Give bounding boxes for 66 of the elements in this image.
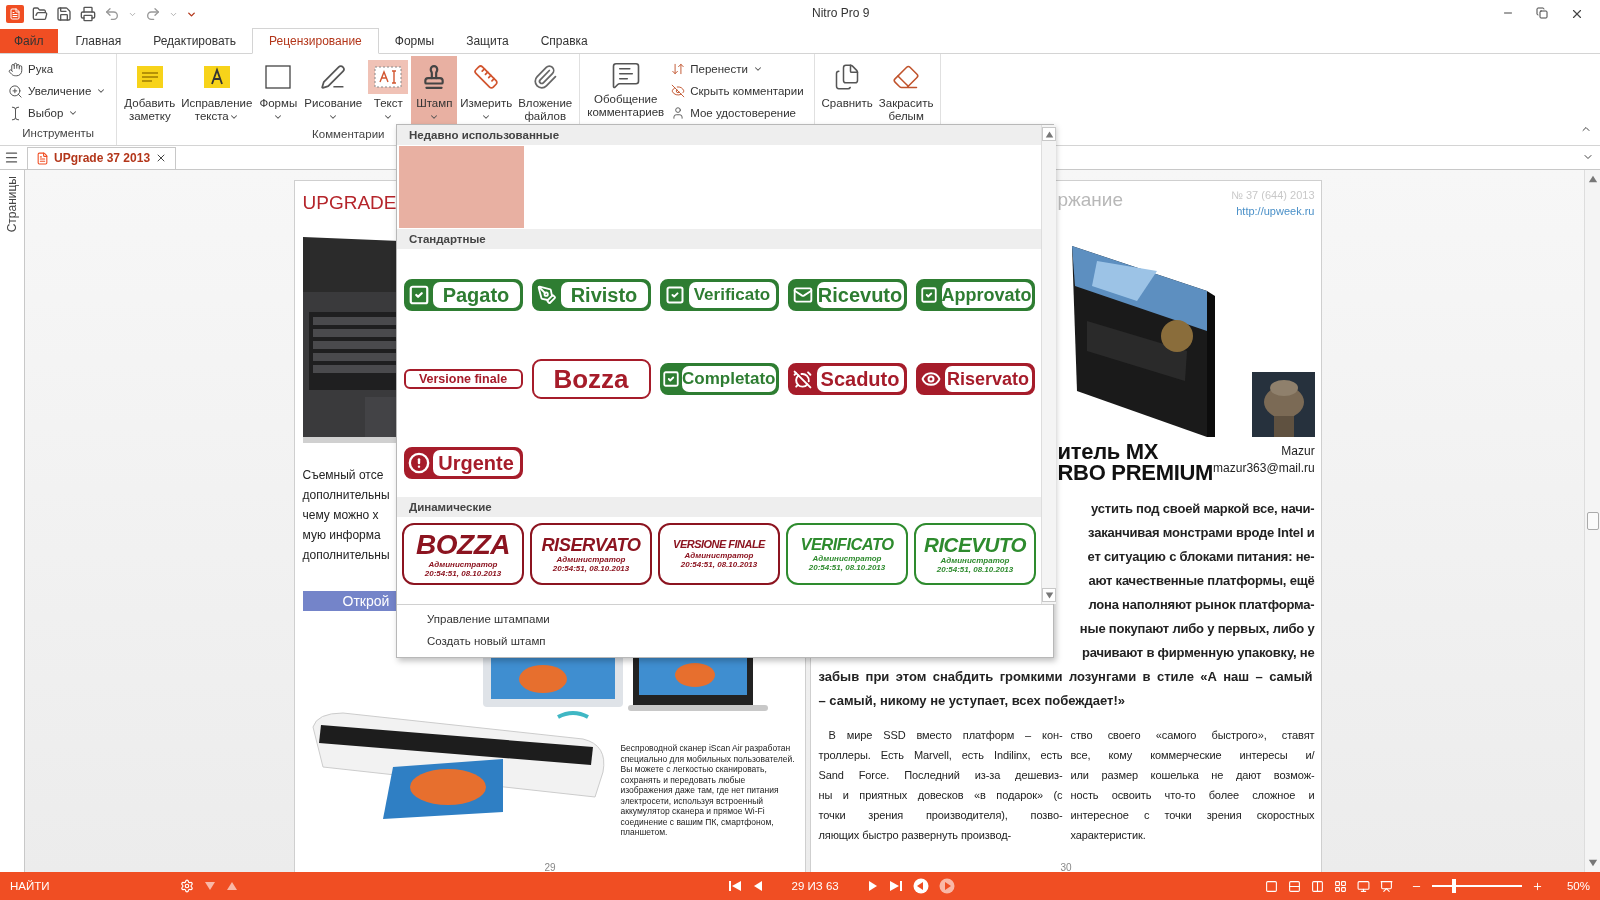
ribbon-button[interactable]: Сравнить xyxy=(818,56,876,128)
stamp[interactable]: BOZZA Администратор 20:54:51, 08.10.2013 xyxy=(402,523,524,585)
section-heading: ржание xyxy=(1057,189,1124,211)
stamp[interactable]: VERSIONE FINALE Администратор 20:54:51, 08.10.2013 xyxy=(658,523,780,585)
ribbon-tab[interactable]: Главная xyxy=(59,29,138,53)
ribbon-button[interactable]: Мое удостоверение xyxy=(671,103,806,123)
ribbon-button[interactable]: Закрасить белым xyxy=(875,56,937,128)
stamp[interactable]: Verificato xyxy=(659,279,779,311)
ribbon-button[interactable]: Добавить заметку xyxy=(121,56,179,128)
ribbon-button[interactable]: Обобщение комментариев xyxy=(584,56,668,128)
menu-item[interactable]: Управление штампами xyxy=(397,608,550,630)
image-caption: Беспроводной сканер iScan Air разработан специально для мобильных пользователей. Вы можете с легкостью сканировать, сохранять и передовать любые изображения даже там, где нет питания электросети, используя встроенный аккумулятор сканера и прямое Wi-Fi соединение с вашим ПК, смартфоном, планшетом. xyxy=(620,743,796,838)
ribbon-tab[interactable]: Редактировать xyxy=(137,29,253,53)
stamp[interactable]: Urgente xyxy=(403,447,523,479)
pages-panel-tab[interactable]: Страницы xyxy=(5,176,19,233)
stamp[interactable]: VERIFICATO Администратор 20:54:51, 08.10.2013 xyxy=(786,523,908,585)
stamp[interactable]: Riservato xyxy=(915,363,1035,395)
section-header: Динамические xyxy=(397,497,1041,517)
page-number: 30 xyxy=(1060,862,1072,872)
ribbon-tab[interactable]: Формы xyxy=(378,29,451,53)
stamp[interactable]: Completato xyxy=(659,363,779,395)
document-tab[interactable]: UPgrade 37 2013 xyxy=(27,146,177,169)
file-tab[interactable]: Файл xyxy=(0,29,58,53)
paragraph-fragment: Съемный отсе дополнительны чему можно х мую информа дополнительны xyxy=(302,467,390,564)
ribbon-button[interactable]: Измерить xyxy=(457,56,516,128)
window-title: Nitro Pro 9 xyxy=(812,6,870,20)
ribbon-button[interactable]: Формы xyxy=(255,56,302,128)
ribbon-tab[interactable]: Рецензирование xyxy=(252,28,379,54)
page-number: 29 xyxy=(544,862,556,872)
ribbon-button[interactable]: Вложение файлов xyxy=(515,56,576,128)
article-title: итель MX RBO PREMIUM xyxy=(1057,441,1214,483)
ribbon-button[interactable]: Исправление текста xyxy=(178,56,256,128)
lead-paragraph: забыв при этом снабдить громкими лозунгами в стиле «А наш – самый – самый, никому не уступает, всех побеждает!» xyxy=(818,668,1313,710)
section-header: Стандартные xyxy=(397,229,1041,249)
ribbon-button[interactable]: Перенести xyxy=(671,59,806,79)
page-indicator[interactable]: 29 ИЗ 63 xyxy=(791,880,839,892)
page-heading: UPGRADE xyxy=(302,191,397,215)
ribbon-button[interactable]: Увеличение xyxy=(8,81,109,101)
author-email: mazur363@mail.ru xyxy=(1213,461,1315,475)
menu-item[interactable]: Создать новый штамп xyxy=(397,630,546,652)
ribbon-button[interactable]: Выбор xyxy=(8,103,109,123)
author-name: Mazur xyxy=(1281,443,1315,460)
stamp[interactable]: Approvato xyxy=(915,279,1035,311)
stamp[interactable]: Versione finale xyxy=(403,369,523,389)
stamp[interactable]: Pagato xyxy=(403,279,523,311)
ribbon-button[interactable]: Рука xyxy=(8,59,109,79)
ribbon-button[interactable]: Скрыть комментарии xyxy=(671,81,806,101)
article-paragraph: В мире SSD вместо платформ – кон- троллеры. Есть Marvell, есть Indilinx, есть Sand Force. Последний из-за дешевиз- ны и приятных довесков «в подарок» (с точки зрения производителя), позво- ляющих быстро развернуть производ- xyxy=(818,728,1063,843)
group-label: Инструменты xyxy=(22,127,95,141)
stamp[interactable]: RICEVUTO Администратор 20:54:51, 08.10.2013 xyxy=(914,523,1036,585)
stamp[interactable]: Rivisto xyxy=(531,279,651,311)
stamp[interactable]: RISERVATO Администратор 20:54:51, 08.10.2013 xyxy=(530,523,652,585)
stamp[interactable]: Bozza xyxy=(531,359,651,399)
find-label[interactable]: НАЙТИ xyxy=(10,880,50,892)
stamp[interactable]: Ricevuto xyxy=(787,279,907,311)
website-link[interactable]: http://upweek.ru xyxy=(1236,203,1315,219)
article-paragraph: ство своего «самого быстрого», ставят все, кому коммерческие интересы и/ или размер кошелька не дают возмож- ность освоить что-то более сложное и интересное с точки зрения скоростных характеристик. xyxy=(1070,728,1315,843)
ribbon-tab[interactable]: Справка xyxy=(524,29,604,53)
ribbon-button[interactable]: Текст xyxy=(365,56,412,128)
stamp[interactable]: Scaduto xyxy=(787,363,907,395)
section-header: Недавно использованные xyxy=(397,125,1041,145)
group-label: Комментарии xyxy=(312,128,385,142)
zoom-level: 50% xyxy=(1566,880,1590,892)
ribbon-tab[interactable]: Защита xyxy=(450,29,525,53)
paragraph-fragment: устить под своей маркой все, начи- заканчивая монстрами вроде Intel и ет ситуацию с блоками питания: не- ают качественные платформы, ещё лона наполняют рынок платформа- ные покупают либо у первых, либо у рачивают в фирменную упаковку, не xyxy=(1078,500,1315,662)
ribbon-button[interactable]: Рисование xyxy=(301,56,366,128)
